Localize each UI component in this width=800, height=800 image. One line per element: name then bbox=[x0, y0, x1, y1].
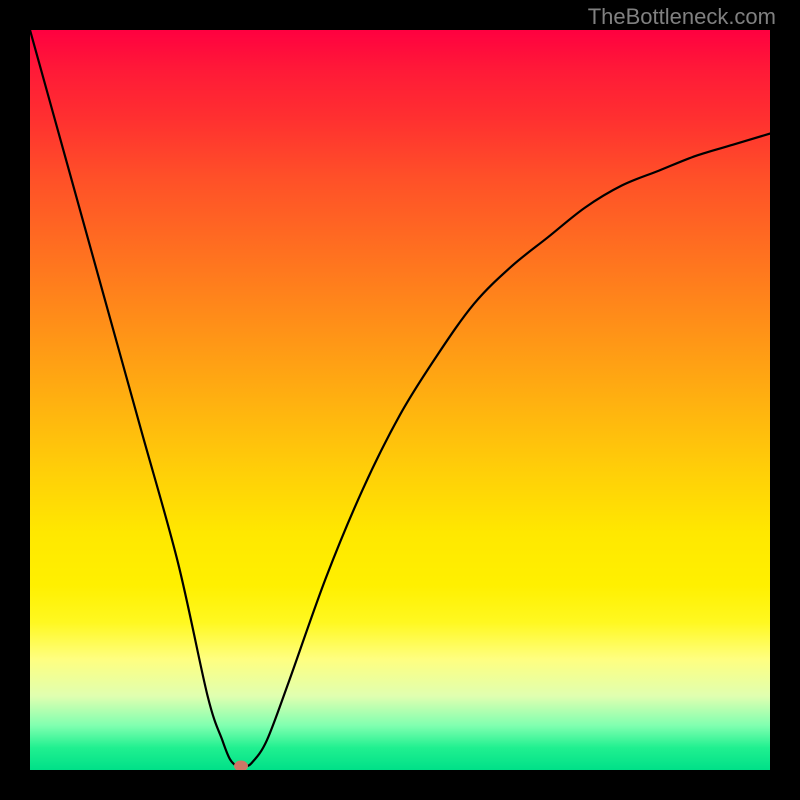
minimum-marker bbox=[234, 761, 248, 770]
chart-container: TheBottleneck.com bbox=[0, 0, 800, 800]
bottleneck-curve bbox=[30, 30, 770, 767]
curve-svg bbox=[30, 30, 770, 770]
plot-area bbox=[30, 30, 770, 770]
watermark-text: TheBottleneck.com bbox=[588, 4, 776, 30]
